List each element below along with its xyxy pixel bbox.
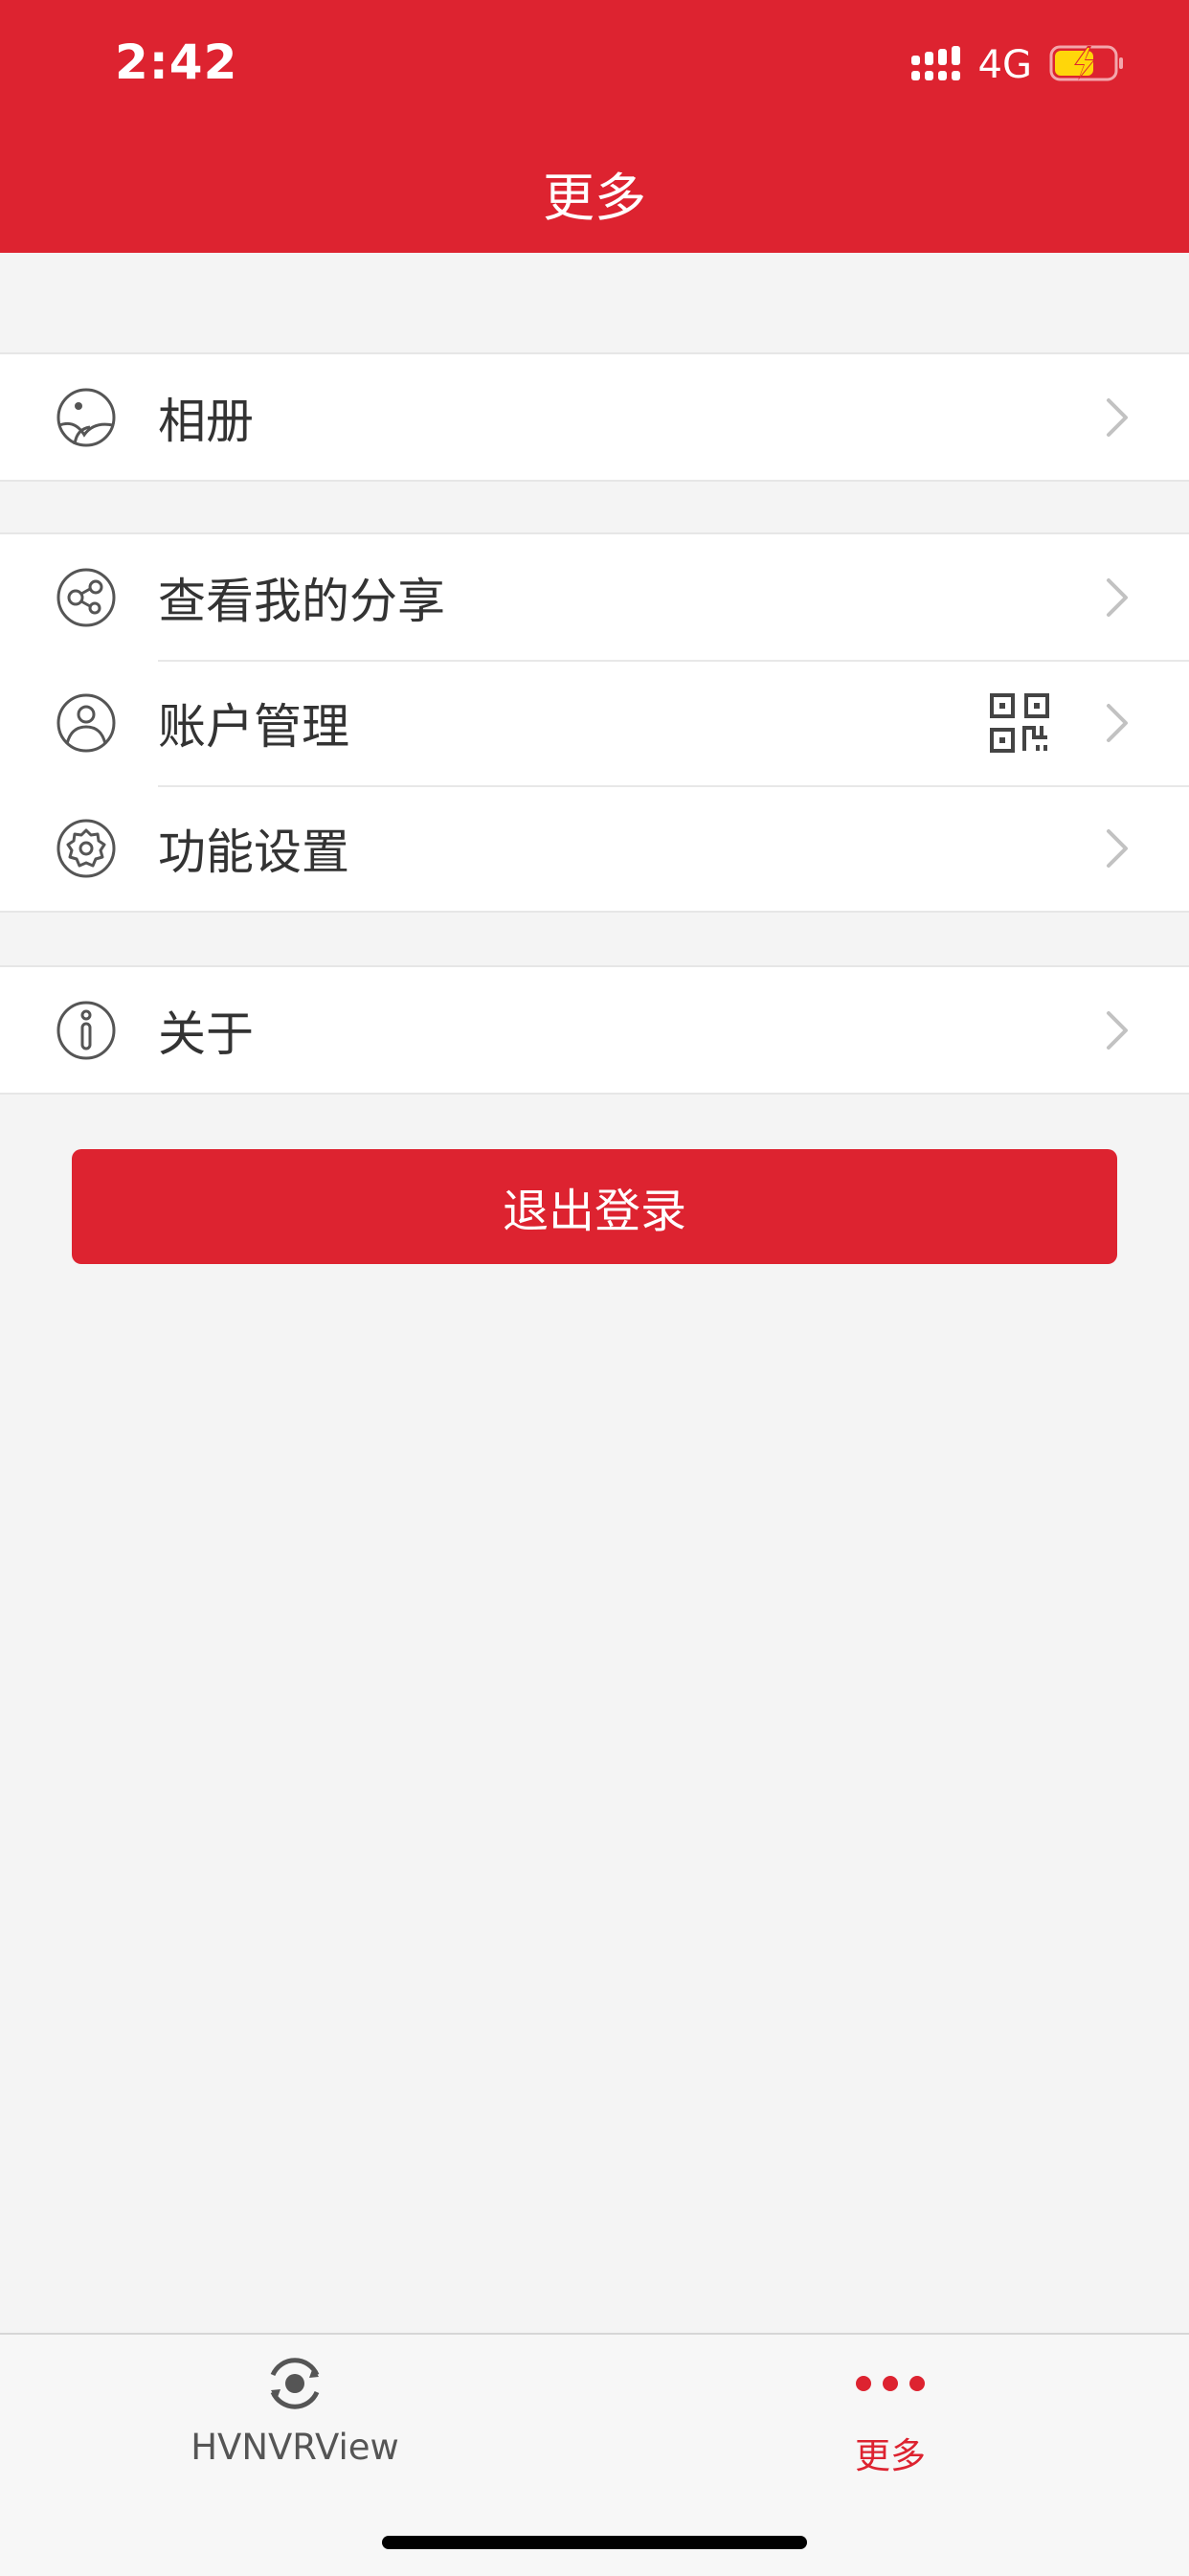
- chevron-right-icon: [1107, 577, 1128, 617]
- battery-charging-icon: [1049, 44, 1126, 86]
- header: 2:42 4G 更多: [0, 0, 1189, 253]
- tab-hvnvrview[interactable]: HVNVRView: [103, 2354, 486, 2468]
- user-account-icon: [56, 693, 116, 752]
- info-icon: [56, 1001, 116, 1059]
- chevron-right-icon: [1107, 703, 1128, 742]
- menu-item-label: 查看我的分享: [158, 573, 445, 629]
- network-type: 4G: [977, 43, 1032, 87]
- status-indicators: 4G: [910, 42, 1126, 88]
- tab-more[interactable]: 更多: [699, 2354, 1082, 2478]
- camera-view-icon: [270, 2358, 320, 2409]
- menu-group-album: 相册: [0, 352, 1189, 482]
- menu-item-label: 功能设置: [158, 824, 349, 880]
- page-title: 更多: [543, 168, 646, 228]
- chevron-right-icon: [1107, 828, 1128, 868]
- signal-icon: [910, 46, 961, 84]
- gear-icon: [56, 819, 116, 877]
- menu-item-label: 相册: [158, 393, 254, 449]
- home-indicator[interactable]: [382, 2536, 807, 2549]
- tab-label: HVNVRView: [191, 2427, 399, 2468]
- qr-code-icon[interactable]: [990, 692, 1049, 753]
- menu-item-about[interactable]: 关于: [0, 967, 1189, 1093]
- chevron-right-icon: [1107, 1010, 1128, 1050]
- tab-label: 更多: [855, 2435, 926, 2476]
- share-icon: [56, 568, 116, 626]
- menu-item-label: 账户管理: [158, 698, 349, 755]
- menu-item-label: 关于: [158, 1006, 254, 1062]
- logout-button[interactable]: 退出登录: [72, 1149, 1117, 1264]
- menu-item-my-shares[interactable]: 查看我的分享: [0, 534, 1189, 660]
- menu-item-account[interactable]: 账户管理: [0, 660, 1189, 785]
- menu-group-about: 关于: [0, 965, 1189, 1095]
- status-time: 2:42: [115, 34, 238, 90]
- menu-item-settings[interactable]: 功能设置: [0, 785, 1189, 911]
- menu-group-main: 查看我的分享 账户管理 功能设置: [0, 532, 1189, 913]
- more-dots-icon: [856, 2376, 925, 2391]
- photo-album-icon: [56, 388, 116, 446]
- chevron-right-icon: [1107, 397, 1128, 437]
- menu-item-album[interactable]: 相册: [0, 354, 1189, 480]
